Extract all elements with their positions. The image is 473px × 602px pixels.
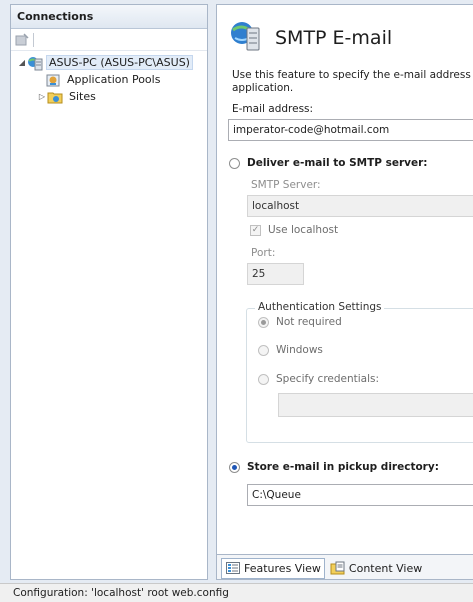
tree-item-sites[interactable]: ▷ Sites	[11, 88, 207, 105]
content-view-icon	[330, 560, 346, 576]
smtp-email-pane: SMTP E-mail Use this feature to specify …	[216, 4, 473, 580]
deliver-smtp-label: Deliver e-mail to SMTP server:	[247, 157, 428, 169]
expand-arrow-icon[interactable]: ▷	[37, 92, 47, 101]
application-pools-icon	[45, 72, 61, 88]
deliver-smtp-radio[interactable]: Deliver e-mail to SMTP server:	[229, 157, 428, 169]
auth-not-required-label: Not required	[276, 316, 342, 328]
authentication-settings-legend: Authentication Settings	[255, 301, 385, 313]
collapse-arrow-icon[interactable]: ◢	[17, 58, 27, 67]
tree-item-application-pools-label: Application Pools	[67, 73, 161, 86]
tree-item-sites-label: Sites	[69, 90, 96, 103]
auth-not-required-radio[interactable]: Not required	[258, 316, 342, 328]
view-tabs: Features View Content View	[217, 554, 473, 579]
port-input[interactable]: 25	[247, 263, 304, 285]
store-pickup-label: Store e-mail in pickup directory:	[247, 461, 439, 473]
tree-item-application-pools[interactable]: Application Pools	[11, 71, 207, 88]
email-address-input[interactable]: imperator-code@hotmail.com	[228, 119, 473, 141]
smtp-server-input[interactable]: localhost	[247, 195, 473, 217]
tree-item-server-label: ASUS-PC (ASUS-PC\ASUS)	[46, 55, 193, 70]
credentials-field[interactable]	[278, 393, 473, 417]
auth-windows-label: Windows	[276, 344, 323, 356]
smtp-email-icon	[229, 19, 263, 56]
status-bar: Configuration: 'localhost' root web.conf…	[0, 583, 473, 602]
tree-item-server[interactable]: ◢ ASUS-PC (ASUS-PC\ASUS)	[11, 54, 207, 71]
deliver-smtp-radio-dot[interactable]	[229, 157, 240, 169]
toolbar-separator	[33, 32, 34, 47]
server-icon	[27, 55, 43, 71]
store-pickup-radio[interactable]: Store e-mail in pickup directory:	[229, 461, 439, 473]
store-pickup-radio-dot[interactable]	[229, 461, 240, 473]
connections-header: Connections	[11, 5, 207, 29]
port-label: Port:	[251, 247, 276, 259]
description-line-1: Use this feature to specify the e-mail a…	[232, 69, 473, 81]
connect-icon[interactable]	[15, 32, 29, 47]
use-localhost-checkbox-box[interactable]: ✓	[250, 224, 261, 236]
feature-description: Use this feature to specify the e-mail a…	[232, 69, 473, 95]
use-localhost-label: Use localhost	[268, 224, 339, 236]
auth-specify-credentials-label: Specify credentials:	[276, 373, 380, 385]
smtp-server-label: SMTP Server:	[251, 179, 321, 191]
features-view-icon	[225, 560, 241, 576]
auth-windows-radio-dot[interactable]	[258, 344, 269, 356]
email-address-label: E-mail address:	[232, 103, 314, 115]
tab-features-view[interactable]: Features View	[221, 557, 325, 579]
pickup-directory-input[interactable]: C:\Queue	[247, 484, 473, 506]
description-line-2: application.	[232, 82, 294, 94]
connections-toolbar	[11, 29, 207, 51]
page-title: SMTP E-mail	[275, 26, 393, 49]
auth-specify-credentials-radio-dot[interactable]	[258, 373, 269, 385]
auth-windows-radio[interactable]: Windows	[258, 344, 323, 356]
tab-content-view-label: Content View	[348, 561, 423, 575]
sites-folder-icon	[47, 89, 63, 105]
tab-content-view[interactable]: Content View	[327, 558, 425, 579]
tab-features-view-label: Features View	[244, 561, 321, 575]
page-header: SMTP E-mail	[229, 19, 392, 56]
auth-specify-credentials-radio[interactable]: Specify credentials:	[258, 373, 379, 385]
use-localhost-checkbox[interactable]: ✓ Use localhost	[250, 224, 338, 236]
auth-not-required-radio-dot[interactable]	[258, 316, 269, 328]
connections-tree: ◢ ASUS-PC (ASUS-PC\ASUS) Application Poo…	[11, 51, 207, 105]
connections-pane: Connections ◢ ASUS-PC (ASUS-PC\ASUS) App…	[10, 4, 208, 580]
